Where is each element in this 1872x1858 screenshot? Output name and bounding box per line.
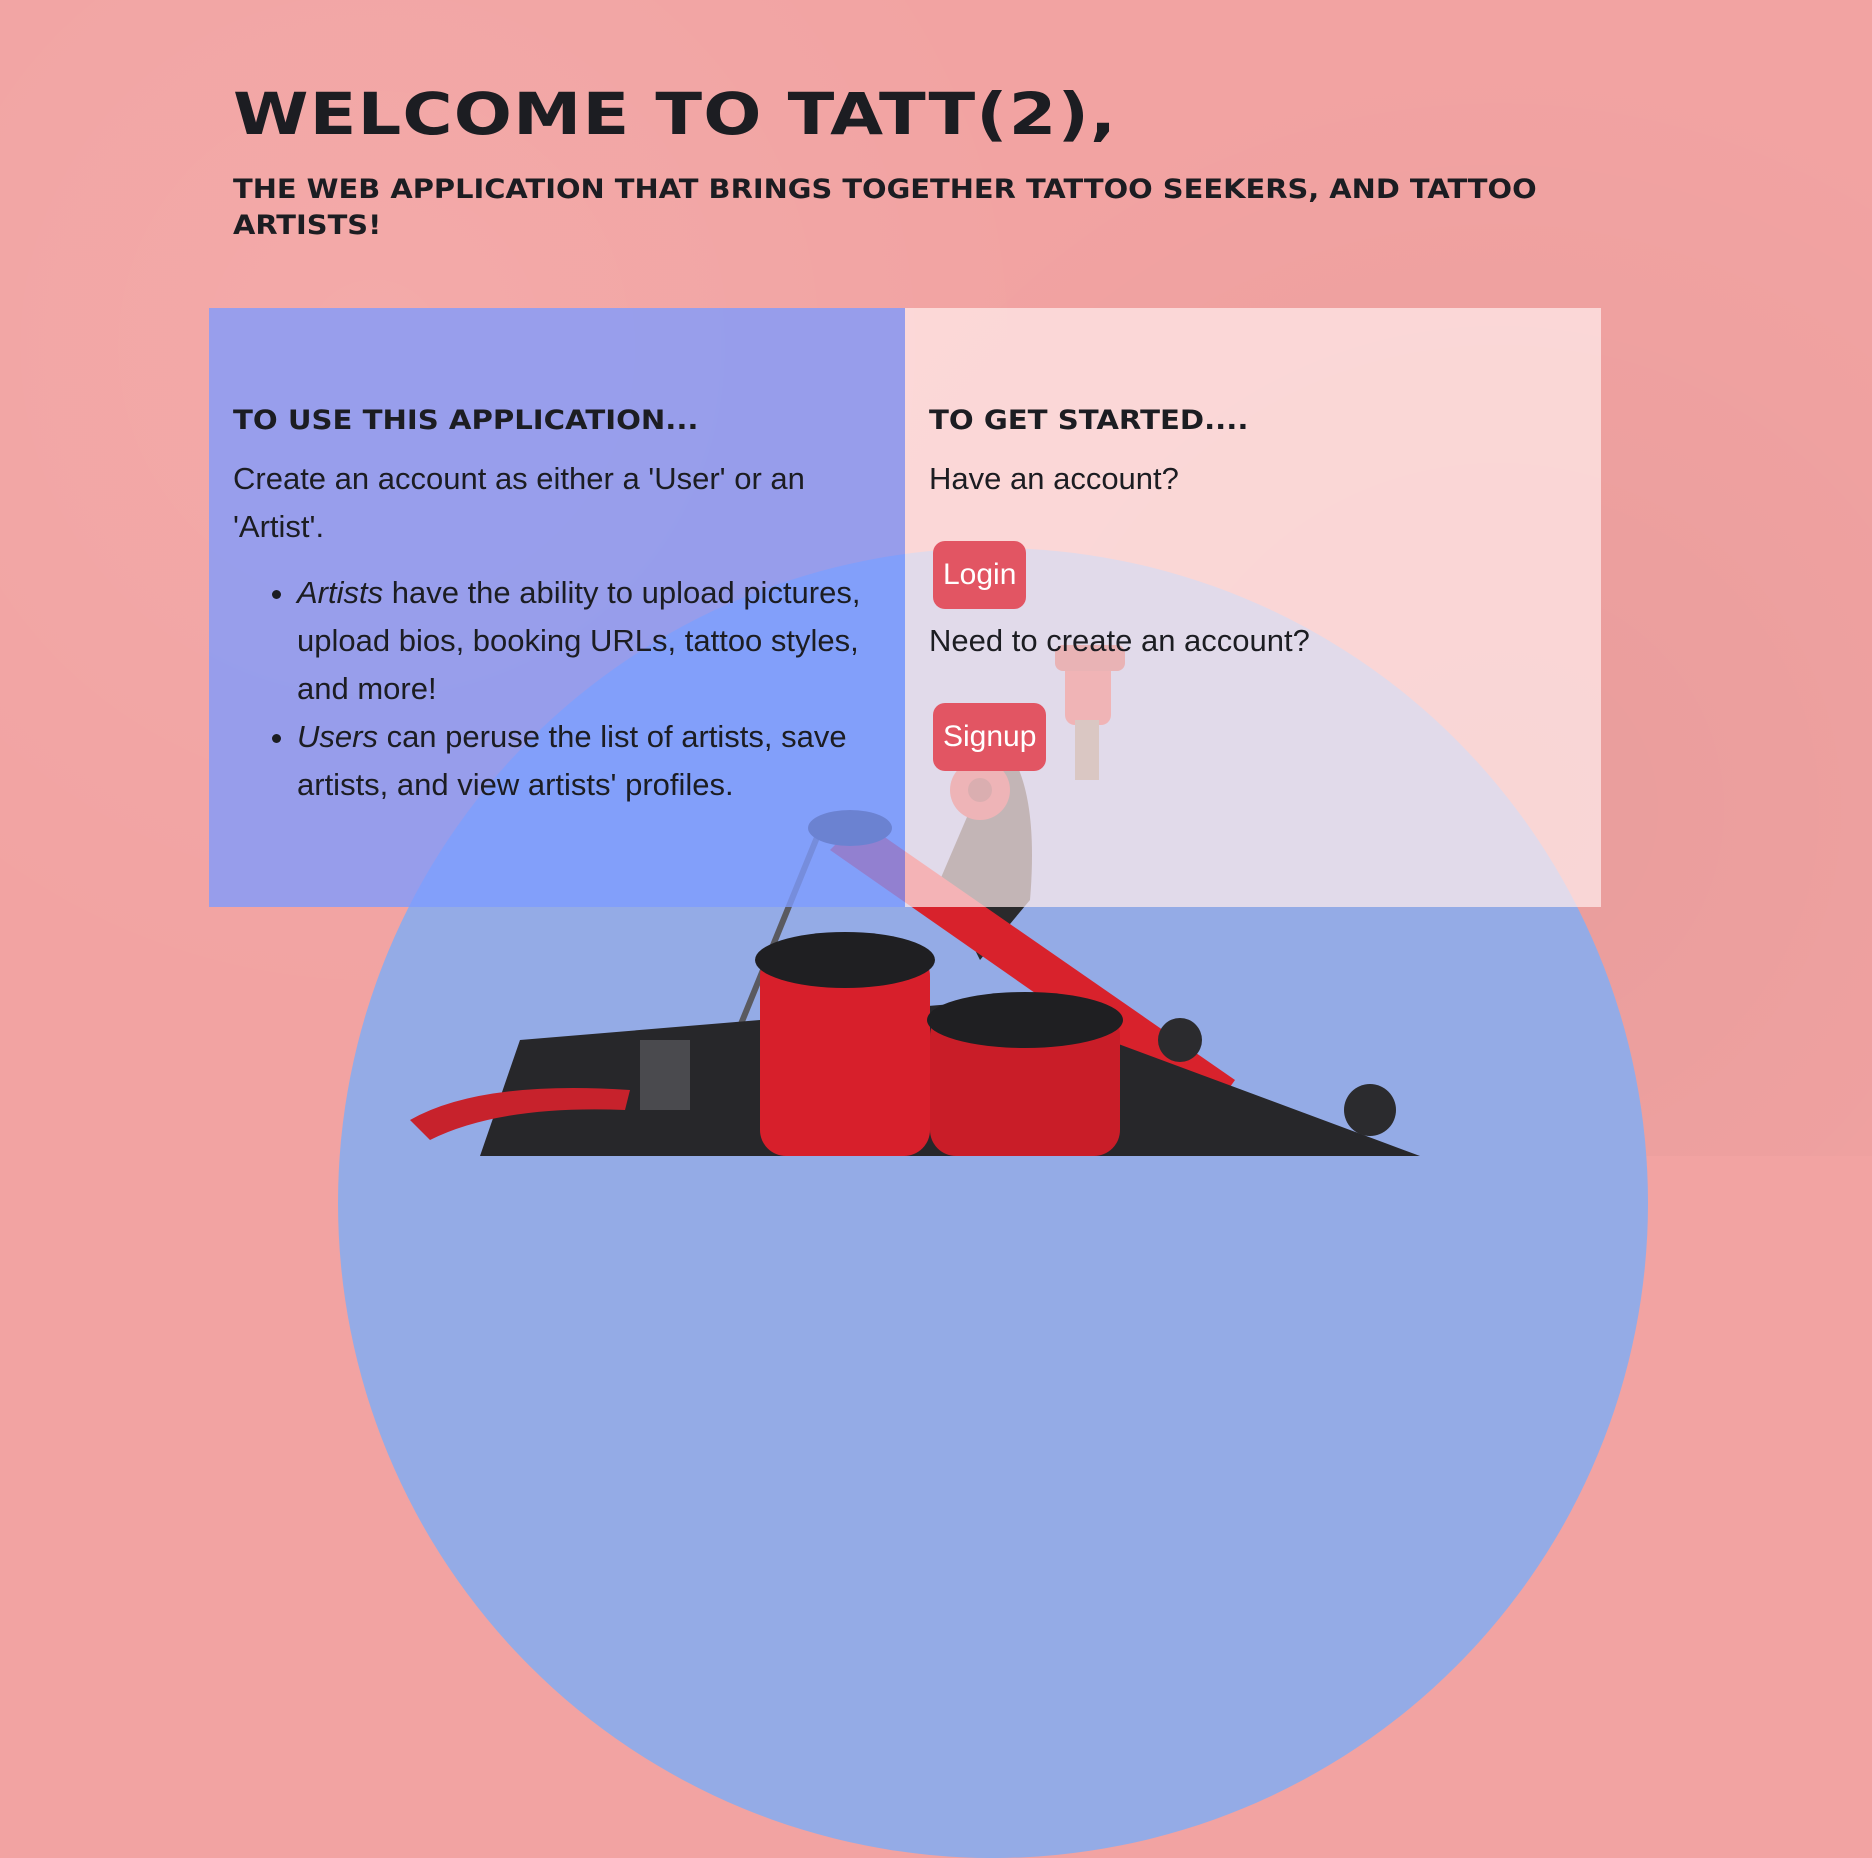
get-started-heading: TO GET STARTED.... xyxy=(929,405,1249,436)
login-button[interactable]: Login xyxy=(933,541,1027,609)
usage-panel: TO USE THIS APPLICATION... Create an acc… xyxy=(209,308,905,907)
info-panels: TO USE THIS APPLICATION... Create an acc… xyxy=(209,308,1601,907)
role-name: Users xyxy=(297,719,378,754)
role-name: Artists xyxy=(297,575,384,610)
usage-heading: TO USE THIS APPLICATION... xyxy=(233,405,699,436)
page-title: WELCOME TO TATT(2), xyxy=(233,80,1118,148)
list-item: Artists have the ability to upload pictu… xyxy=(297,569,881,713)
signup-button[interactable]: Signup xyxy=(933,703,1047,771)
need-account-text: Need to create an account? xyxy=(929,623,1310,658)
page-subtitle: THE WEB APPLICATION THAT BRINGS TOGETHER… xyxy=(233,174,1537,241)
hero: WELCOME TO TATT(2), THE WEB APPLICATION … xyxy=(233,78,1537,244)
role-list: Artists have the ability to upload pictu… xyxy=(233,569,881,809)
have-account-text: Have an account? xyxy=(929,461,1179,496)
usage-intro: Create an account as either a 'User' or … xyxy=(233,461,805,544)
get-started-panel: TO GET STARTED.... Have an account? Logi… xyxy=(905,308,1601,907)
role-description: can peruse the list of artists, save art… xyxy=(297,719,847,802)
list-item: Users can peruse the list of artists, sa… xyxy=(297,713,881,809)
